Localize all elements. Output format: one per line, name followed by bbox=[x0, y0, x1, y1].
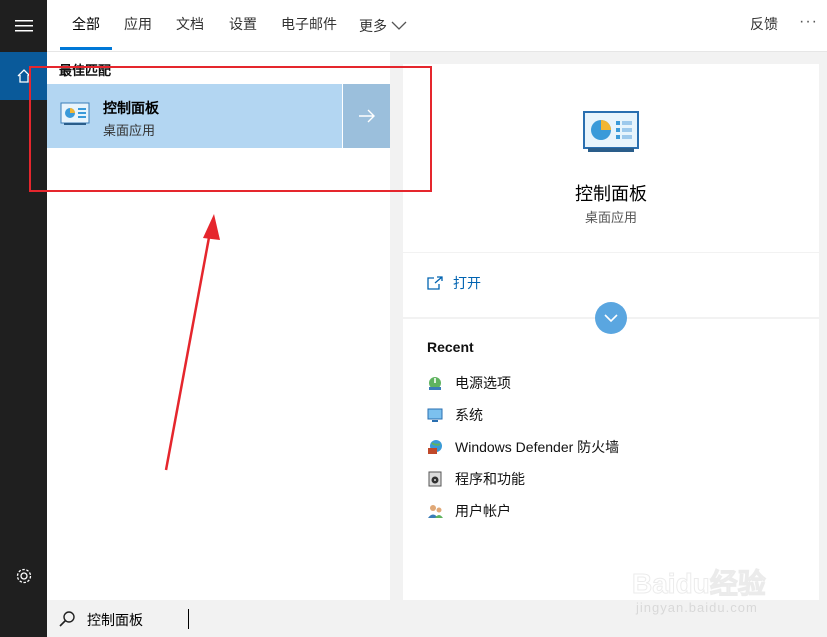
system-icon bbox=[427, 408, 443, 422]
recent-item[interactable]: 系统 bbox=[427, 399, 619, 431]
details-pane: 控制面板 桌面应用 打开 Recent 电源选项 系统 Windows Defe… bbox=[403, 64, 819, 600]
recent-item[interactable]: 电源选项 bbox=[427, 367, 619, 399]
feedback-button[interactable]: 反馈 bbox=[750, 0, 778, 52]
watermark-logo: Baidu经验 bbox=[632, 568, 767, 600]
menu-icon[interactable] bbox=[0, 0, 47, 52]
search-scope-tabs: 全部 应用 文档 设置 电子邮件 更多 反馈 ··· bbox=[47, 0, 827, 52]
expand-button[interactable] bbox=[595, 302, 627, 334]
recent-item-label: Windows Defender 防火墙 bbox=[455, 439, 620, 455]
power-options-icon bbox=[429, 377, 441, 390]
recent-item[interactable]: 程序和功能 bbox=[427, 463, 619, 495]
tab-settings[interactable]: 设置 bbox=[229, 0, 257, 52]
chevron-down-icon bbox=[604, 313, 618, 322]
tab-more-label: 更多 bbox=[359, 18, 387, 34]
tab-email[interactable]: 电子邮件 bbox=[281, 0, 337, 52]
annotation-highlight-box bbox=[29, 66, 432, 192]
programs-icon bbox=[428, 471, 442, 487]
recent-heading: Recent bbox=[427, 339, 474, 355]
recent-item-label: 电源选项 bbox=[455, 375, 511, 391]
text-caret bbox=[188, 609, 189, 629]
tab-all[interactable]: 全部 bbox=[60, 0, 112, 52]
tab-apps[interactable]: 应用 bbox=[124, 0, 152, 52]
open-label: 打开 bbox=[453, 275, 481, 291]
recent-item[interactable]: 用户帐户 bbox=[427, 495, 619, 527]
app-header: 控制面板 桌面应用 bbox=[403, 64, 819, 252]
open-button[interactable]: 打开 bbox=[427, 273, 481, 293]
app-type: 桌面应用 bbox=[584, 210, 637, 225]
recent-item-label: 程序和功能 bbox=[455, 471, 525, 487]
open-icon bbox=[427, 276, 443, 290]
search-icon bbox=[59, 611, 75, 627]
search-input[interactable]: 控制面板 bbox=[87, 610, 143, 630]
recent-item[interactable]: Windows Defender 防火墙 bbox=[427, 431, 619, 463]
control-panel-icon bbox=[583, 111, 639, 152]
tab-documents[interactable]: 文档 bbox=[176, 0, 204, 52]
chevron-down-icon bbox=[391, 21, 407, 30]
recent-item-label: 系统 bbox=[455, 407, 483, 423]
firewall-icon bbox=[428, 440, 442, 454]
gear-icon[interactable] bbox=[0, 556, 47, 596]
more-options-button[interactable]: ··· bbox=[799, 0, 818, 52]
watermark-url: jingyan.baidu.com bbox=[636, 600, 758, 615]
user-accounts-icon bbox=[428, 505, 443, 518]
recent-list: 电源选项 系统 Windows Defender 防火墙 程序和功能 用户帐户 bbox=[427, 367, 619, 527]
app-name: 控制面板 bbox=[575, 184, 647, 204]
recent-item-label: 用户帐户 bbox=[455, 503, 511, 519]
tab-more[interactable]: 更多 bbox=[359, 0, 407, 52]
watermark: Baidu经验 jingyan.baidu.com bbox=[632, 548, 822, 628]
